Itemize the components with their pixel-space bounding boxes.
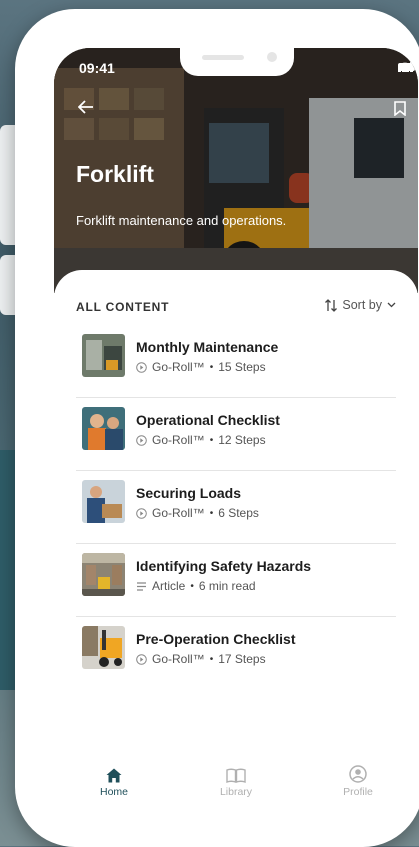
chevron-down-icon bbox=[387, 302, 396, 308]
item-detail: 6 Steps bbox=[218, 506, 259, 520]
tab-library[interactable]: Library bbox=[196, 763, 276, 798]
section-label: ALL CONTENT bbox=[76, 300, 170, 314]
profile-icon bbox=[349, 765, 367, 783]
content-sheet: ALL CONTENT Sort by Monthly Maintenance … bbox=[54, 270, 418, 830]
item-title: Identifying Safety Hazards bbox=[136, 558, 312, 574]
play-circle-icon bbox=[136, 434, 147, 446]
item-meta: Article • 6 min read bbox=[136, 579, 256, 593]
item-meta: Go-Roll™ • 6 Steps bbox=[136, 506, 259, 520]
item-meta: Go-Roll™ • 12 Steps bbox=[136, 433, 266, 447]
item-detail: 12 Steps bbox=[218, 433, 266, 447]
bookmark-icon bbox=[394, 101, 406, 116]
item-title: Pre-Operation Checklist bbox=[136, 631, 296, 647]
list-item[interactable]: Monthly Maintenance Go-Roll™ • 15 Steps bbox=[76, 325, 396, 398]
phone-frame: 09:41 Forklift Forklift maintenance and … bbox=[15, 9, 419, 847]
list-item[interactable]: Pre-Operation Checklist Go-Roll™ • 17 St… bbox=[76, 617, 396, 689]
item-type: Article bbox=[152, 579, 186, 593]
thumbnail-image bbox=[82, 553, 125, 596]
thumbnail-image bbox=[82, 334, 125, 377]
item-detail: 6 min read bbox=[198, 579, 256, 593]
thumbnail-image bbox=[82, 480, 125, 523]
play-circle-icon bbox=[136, 361, 147, 373]
list-item[interactable]: Identifying Safety Hazards Article • 6 m… bbox=[76, 544, 396, 617]
status-time: 09:41 bbox=[79, 60, 115, 76]
hero-image: 09:41 Forklift Forklift maintenance and … bbox=[54, 48, 418, 293]
item-detail: 15 Steps bbox=[218, 360, 266, 374]
page-title: Forklift bbox=[76, 161, 154, 187]
sort-label: Sort by bbox=[342, 298, 382, 312]
thumbnail-image bbox=[82, 626, 125, 669]
item-meta: Go-Roll™ • 17 Steps bbox=[136, 652, 266, 666]
device-notch bbox=[180, 48, 294, 76]
list-item[interactable]: Operational Checklist Go-Roll™ • 12 Step… bbox=[76, 398, 396, 471]
content-list: Monthly Maintenance Go-Roll™ • 15 Steps … bbox=[76, 325, 396, 689]
play-circle-icon bbox=[136, 653, 147, 665]
arrow-left-icon bbox=[78, 100, 93, 114]
item-separator: • bbox=[209, 361, 214, 373]
tab-home[interactable]: Home bbox=[74, 763, 154, 798]
item-type: Go-Roll™ bbox=[152, 652, 205, 666]
list-item[interactable]: Securing Loads Go-Roll™ • 6 Steps bbox=[76, 471, 396, 544]
item-separator: • bbox=[209, 434, 214, 446]
item-type: Go-Roll™ bbox=[152, 433, 205, 447]
play-circle-icon bbox=[136, 507, 147, 519]
item-detail: 17 Steps bbox=[218, 652, 266, 666]
tab-label: Profile bbox=[343, 786, 373, 798]
item-title: Securing Loads bbox=[136, 485, 242, 501]
app-screen: 09:41 Forklift Forklift maintenance and … bbox=[54, 48, 418, 830]
sort-icon bbox=[325, 298, 338, 312]
battery-icon bbox=[398, 63, 418, 71]
item-meta: Go-Roll™ • 15 Steps bbox=[136, 360, 266, 374]
item-title: Operational Checklist bbox=[136, 412, 280, 428]
item-separator: • bbox=[190, 580, 194, 592]
book-icon bbox=[226, 768, 246, 783]
item-separator: • bbox=[209, 507, 214, 519]
tab-label: Library bbox=[219, 786, 253, 798]
sort-button[interactable]: Sort by bbox=[325, 298, 396, 312]
tab-profile[interactable]: Profile bbox=[318, 763, 398, 798]
article-icon bbox=[137, 581, 146, 591]
item-type: Go-Roll™ bbox=[152, 506, 205, 520]
item-separator: • bbox=[209, 653, 214, 665]
page-subtitle: Forklift maintenance and operations. bbox=[76, 213, 287, 228]
tab-label: Home bbox=[99, 786, 128, 798]
item-title: Monthly Maintenance bbox=[136, 339, 279, 355]
item-type: Go-Roll™ bbox=[152, 360, 205, 374]
thumbnail-image bbox=[82, 407, 125, 450]
bottom-tab-bar: Home Library Profile bbox=[54, 763, 418, 823]
home-icon bbox=[106, 768, 122, 783]
